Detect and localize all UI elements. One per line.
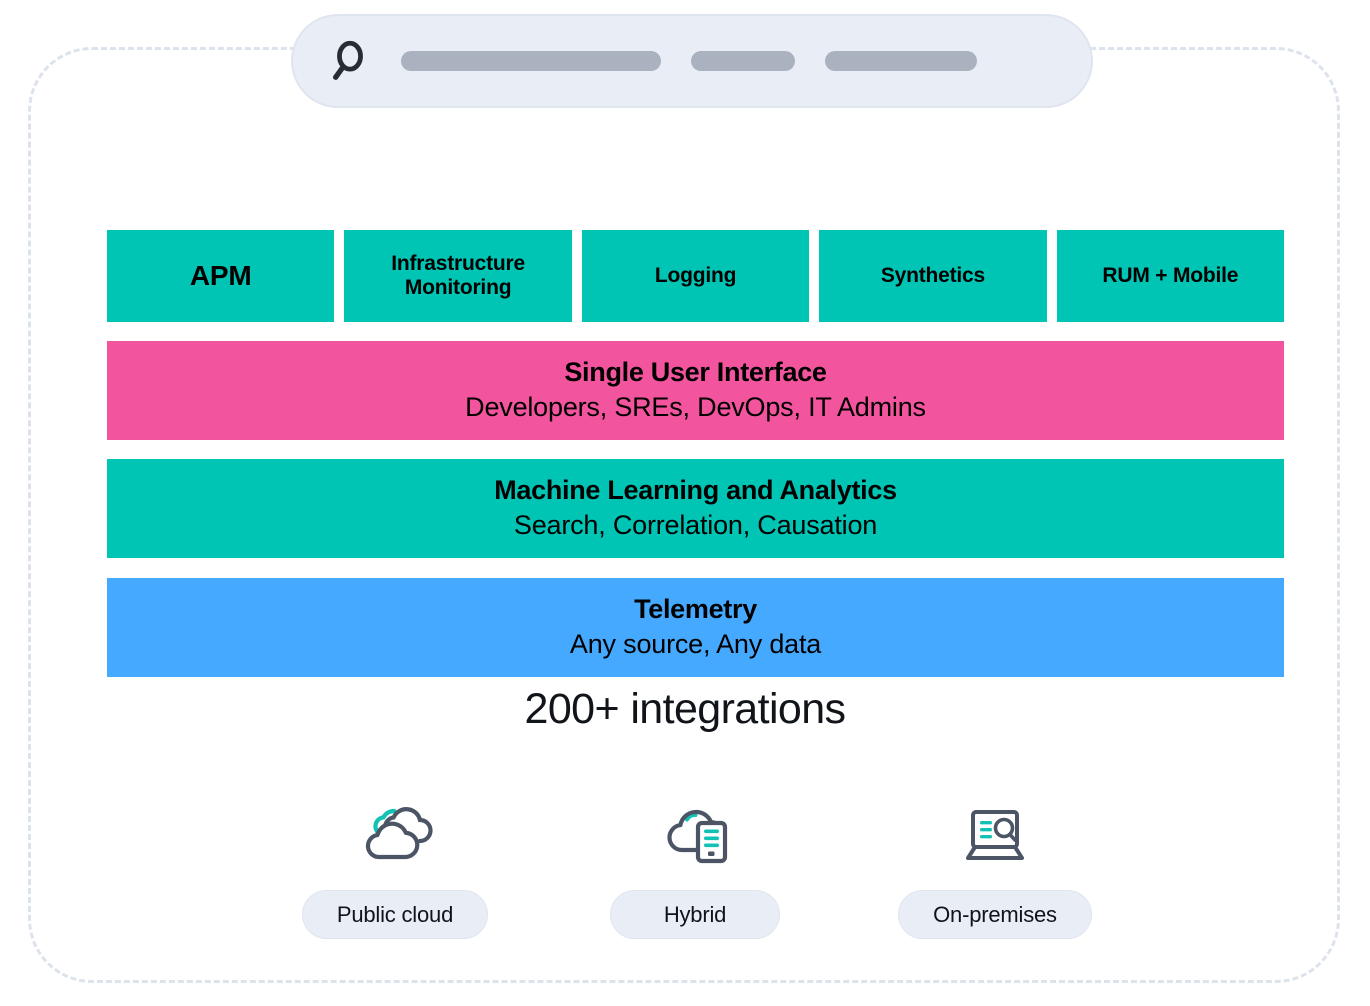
deployment-label-on-premises: On-premises	[898, 890, 1092, 939]
deployment-option-public-cloud[interactable]: Public cloud	[245, 805, 545, 939]
search-pill-2	[691, 51, 795, 71]
search-bar[interactable]	[291, 14, 1093, 108]
cloud-server-icon	[667, 809, 728, 864]
search-placeholder-pills	[401, 51, 977, 71]
tier-box-apm[interactable]: APM	[107, 230, 335, 322]
tier-box-synthetics[interactable]: Synthetics	[819, 230, 1047, 322]
deployment-option-hybrid[interactable]: Hybrid	[545, 805, 845, 939]
tier-box-label: Infrastructure Monitoring	[391, 251, 525, 299]
integrations-caption: 200+ integrations	[524, 685, 847, 733]
product-tier-row: APM Infrastructure Monitoring Logging Syn…	[107, 230, 1285, 322]
clouds-icon-wrap	[357, 805, 433, 867]
laptop-search-icon	[966, 810, 1024, 860]
band-subtitle: Any source, Any data	[569, 629, 822, 660]
tier-box-label: RUM + Mobile	[1102, 263, 1239, 287]
search-icon	[332, 40, 363, 80]
search-pill-3	[825, 51, 977, 71]
band-subtitle: Search, Correlation, Causation	[513, 510, 878, 541]
tier-box-label: APM	[189, 259, 252, 291]
clouds-icon	[365, 807, 433, 860]
deployment-label-public-cloud: Public cloud	[301, 890, 489, 939]
search-pill-1	[401, 51, 661, 71]
cloud-server-icon-wrap	[659, 805, 731, 867]
tier-box-rum-mobile[interactable]: RUM + Mobile	[1056, 230, 1285, 322]
band-single-user-interface[interactable]: Single User Interface Developers, SREs, …	[107, 341, 1284, 440]
deployment-option-on-premises[interactable]: On-premises	[845, 805, 1145, 939]
diagram-canvas: APM Infrastructure Monitoring Logging Syn…	[0, 0, 1370, 1006]
band-telemetry[interactable]: Telemetry Any source, Any data	[107, 578, 1284, 677]
laptop-search-icon-wrap	[959, 805, 1031, 867]
deployment-label-hybrid: Hybrid	[610, 890, 780, 939]
deployment-options: Public cloud Hybrid On-premises	[245, 805, 1145, 939]
band-title: Machine Learning and Analytics	[494, 474, 897, 505]
tier-box-logging[interactable]: Logging	[581, 230, 810, 322]
band-machine-learning-analytics[interactable]: Machine Learning and Analytics Search, C…	[107, 459, 1284, 558]
band-title: Telemetry	[634, 593, 757, 624]
tier-box-infrastructure-monitoring[interactable]: Infrastructure Monitoring	[344, 230, 572, 322]
band-subtitle: Developers, SREs, DevOps, IT Admins	[465, 392, 926, 423]
tier-box-label: Logging	[654, 263, 737, 287]
band-title: Single User Interface	[564, 356, 827, 387]
tier-box-label: Synthetics	[880, 263, 986, 287]
capability-stack: APM Infrastructure Monitoring Logging Syn…	[107, 230, 1285, 677]
